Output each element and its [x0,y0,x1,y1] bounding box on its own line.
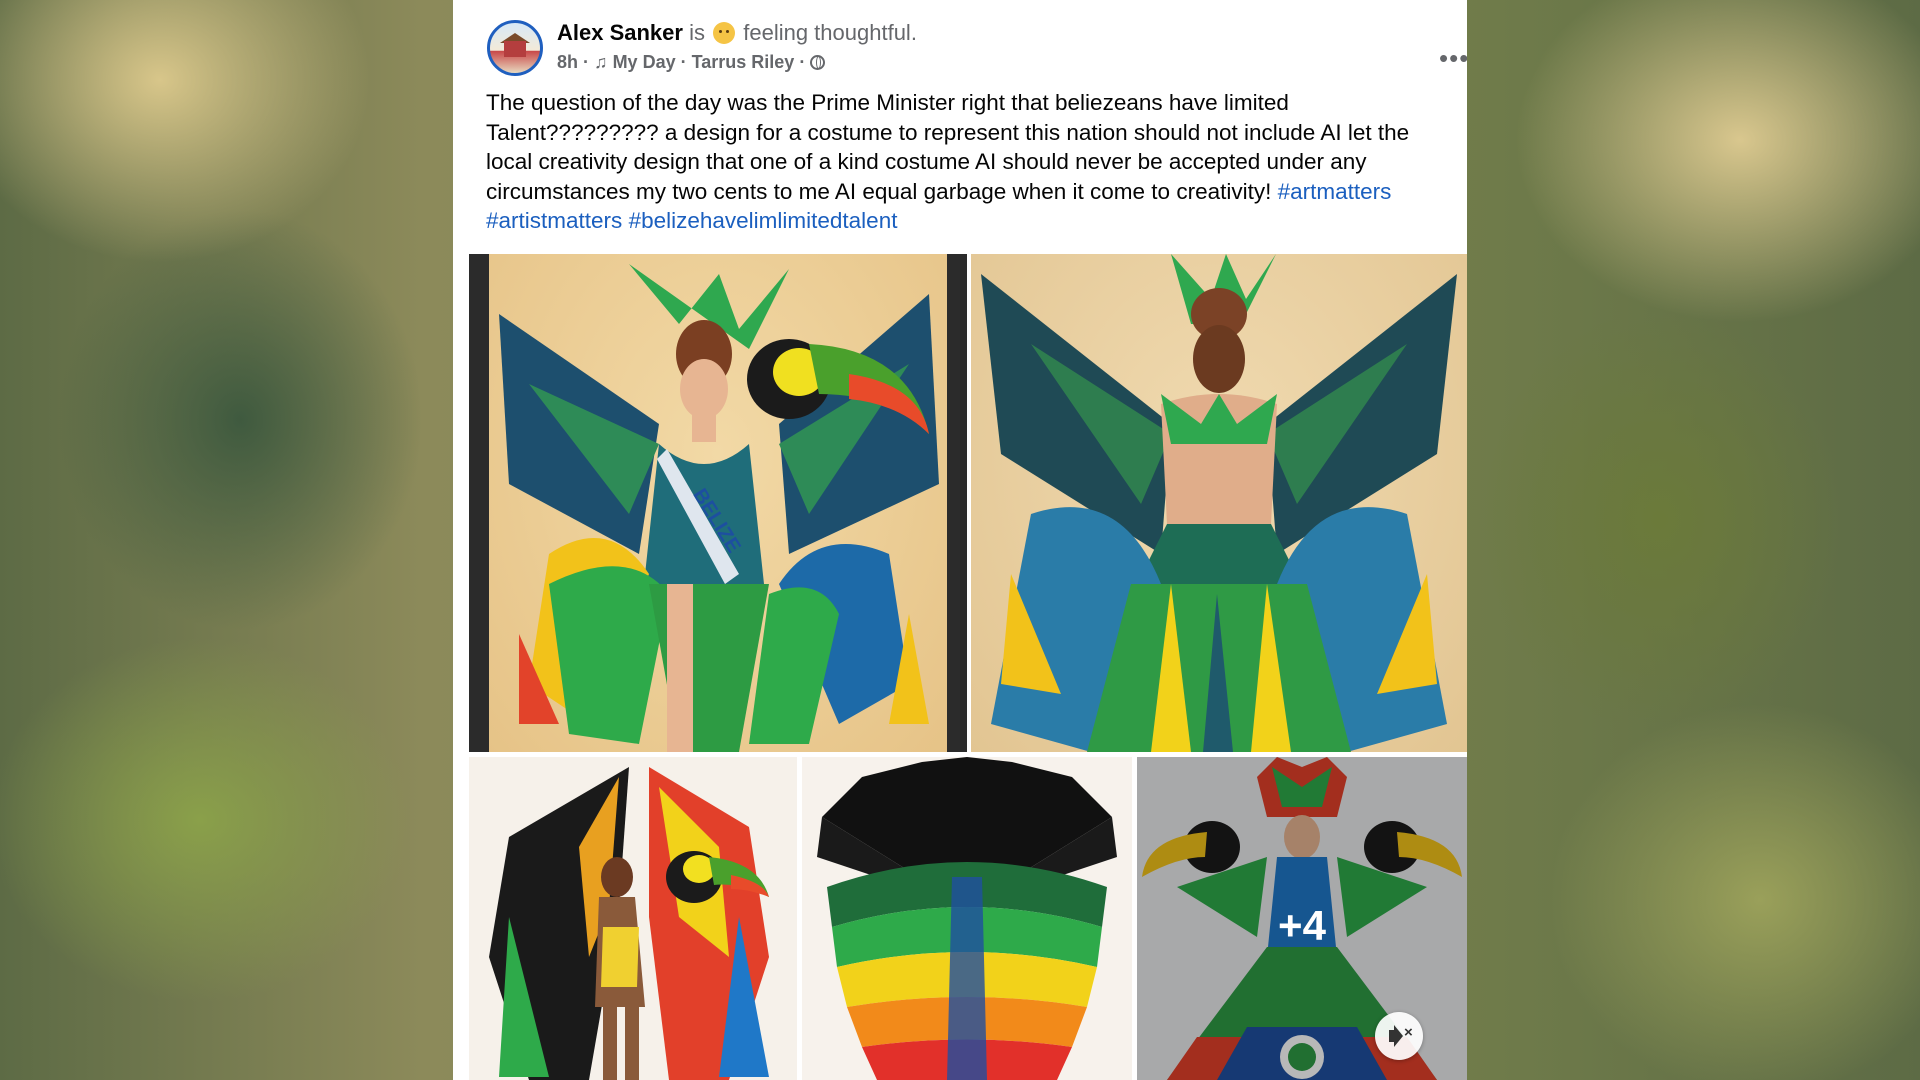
hashtag-link[interactable]: #belizehavelimlimitedtalent [629,208,898,233]
media-grid: BELIZE +4 [469,254,1467,1080]
post-meta: 8h · ♫ My Day · Tarrus Riley · [557,52,826,73]
music-note-icon: ♫ [594,52,608,72]
globe-icon[interactable] [810,55,826,70]
meta-dot: · [799,52,806,72]
post-body-text: The question of the day was the Prime Mi… [486,90,1410,204]
more-images-count[interactable]: +4 [1137,902,1467,950]
post-header: Alex Sanker is feeling thoughtful. 8h · … [487,20,1467,80]
meta-dot: · [583,52,590,72]
speaker-cone [1394,1025,1403,1047]
toucan-costume-back-illustration [981,254,1457,752]
author-line: Alex Sanker is feeling thoughtful. [557,20,917,46]
post-body: The question of the day was the Prime Mi… [486,88,1426,236]
toucan-costume-front-illustration: BELIZE [499,264,939,752]
avatar-hut [504,41,526,57]
rainbow-feather-costume-illustration [489,767,769,1080]
costume-image-3[interactable] [469,757,797,1080]
mute-x: × [1404,1024,1413,1041]
costume-image-1[interactable]: BELIZE [469,254,967,752]
feeling-emoji-icon [713,22,736,44]
rainbow-feather-fan-illustration [817,757,1117,1080]
author-avatar[interactable] [487,20,543,76]
costume-image-2[interactable] [971,254,1467,752]
image-paper: BELIZE [489,254,947,752]
mute-icon[interactable]: × [1375,1012,1423,1060]
music-link[interactable]: My Day · Tarrus Riley [613,52,795,72]
post-time[interactable]: 8h [557,52,578,72]
costume-image-4[interactable] [802,757,1132,1080]
author-name[interactable]: Alex Sanker [557,20,683,45]
activity-prefix: is [689,20,705,45]
hashtag-link[interactable]: #artmatters [1278,179,1392,204]
hashtag-link[interactable]: #artistmatters [486,208,622,233]
feeling-text: feeling thoughtful. [743,20,917,45]
more-icon[interactable]: ••• [1439,45,1467,71]
facebook-post: Alex Sanker is feeling thoughtful. 8h · … [453,0,1467,1080]
